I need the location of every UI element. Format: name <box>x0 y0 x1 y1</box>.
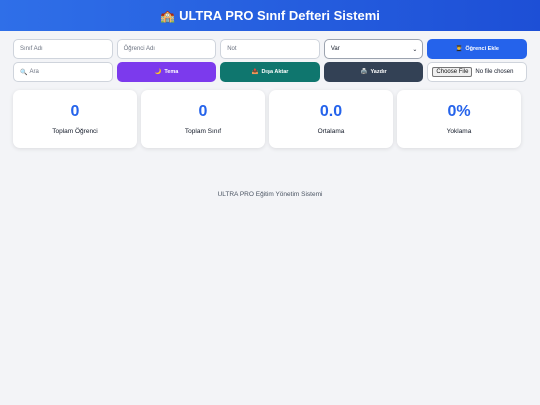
choose-file-button[interactable]: Choose File <box>432 67 473 77</box>
stat-value: 0.0 <box>319 102 343 120</box>
student-name-placeholder: Öğrenci Adı <box>123 46 155 52</box>
search-input[interactable]: 🔍 Ara <box>13 62 113 82</box>
footer-text: ULTRA PRO Eğitim Yönetim Sistemi <box>217 191 323 198</box>
student-name-input[interactable]: Öğrenci Adı <box>116 39 217 59</box>
stat-card-average: 0.0 Ortalama <box>269 90 393 148</box>
grade-input[interactable]: Not <box>220 39 320 59</box>
school-icon: 🏫 <box>160 8 176 23</box>
stat-label: Toplam Sınıf <box>184 127 222 135</box>
theme-label: Tema <box>164 69 179 75</box>
app-header: 🏫 ULTRA PRO Sınıf Defteri Sistemi <box>0 0 540 31</box>
add-student-label: Öğrenci Ekle <box>465 46 499 52</box>
chevron-down-icon: ⌄ <box>412 46 418 53</box>
stat-value: 0 <box>198 102 208 120</box>
stat-label: Toplam Öğrenci <box>52 127 98 135</box>
add-student-button[interactable]: 👨‍🎓 Öğrenci Ekle <box>427 39 528 59</box>
print-button[interactable]: 🖨️ Yazdır <box>323 62 424 82</box>
stat-value: 0 <box>70 102 80 120</box>
attendance-select[interactable]: Var ⌄ <box>323 39 424 59</box>
theme-button[interactable]: 🌙 Tema <box>116 62 217 82</box>
class-name-input[interactable]: Sınıf Adı <box>13 39 113 59</box>
stat-label: Yoklama <box>446 127 472 135</box>
export-button[interactable]: 📤 Dışa Aktar <box>220 62 320 82</box>
file-status: No file chosen <box>475 69 514 75</box>
stat-card-total-classes: 0 Toplam Sınıf <box>141 90 265 148</box>
print-label: Yazdır <box>370 69 387 75</box>
moon-icon: 🌙 <box>154 69 162 75</box>
stat-label: Ortalama <box>317 127 345 135</box>
outbox-icon: 📤 <box>251 69 259 75</box>
printer-icon: 🖨️ <box>360 69 368 75</box>
class-name-placeholder: Sınıf Adı <box>20 46 43 52</box>
stats-row: 0 Toplam Öğrenci 0 Toplam Sınıf 0.0 Orta… <box>0 90 540 148</box>
search-icon: 🔍 <box>20 69 28 76</box>
student-form: Sınıf Adı Öğrenci Adı Not Var ⌄ 👨‍🎓 Öğre… <box>0 39 540 59</box>
stat-card-total-students: 0 Toplam Öğrenci <box>13 90 137 148</box>
toolbar: 🔍 Ara 🌙 Tema 📤 Dışa Aktar 🖨️ Yazdır Choo… <box>0 62 540 82</box>
student-icon: 👨‍🎓 <box>455 46 463 52</box>
file-input: Choose File No file chosen <box>427 62 528 82</box>
export-label: Dışa Aktar <box>261 69 289 75</box>
stat-card-attendance: 0% Yoklama <box>397 90 521 148</box>
search-placeholder: Ara <box>29 69 39 75</box>
stat-value: 0% <box>447 102 471 120</box>
grade-placeholder: Not <box>227 46 237 52</box>
app-title: ULTRA PRO Sınıf Defteri Sistemi <box>179 8 380 23</box>
attendance-selected-value: Var <box>330 46 340 52</box>
